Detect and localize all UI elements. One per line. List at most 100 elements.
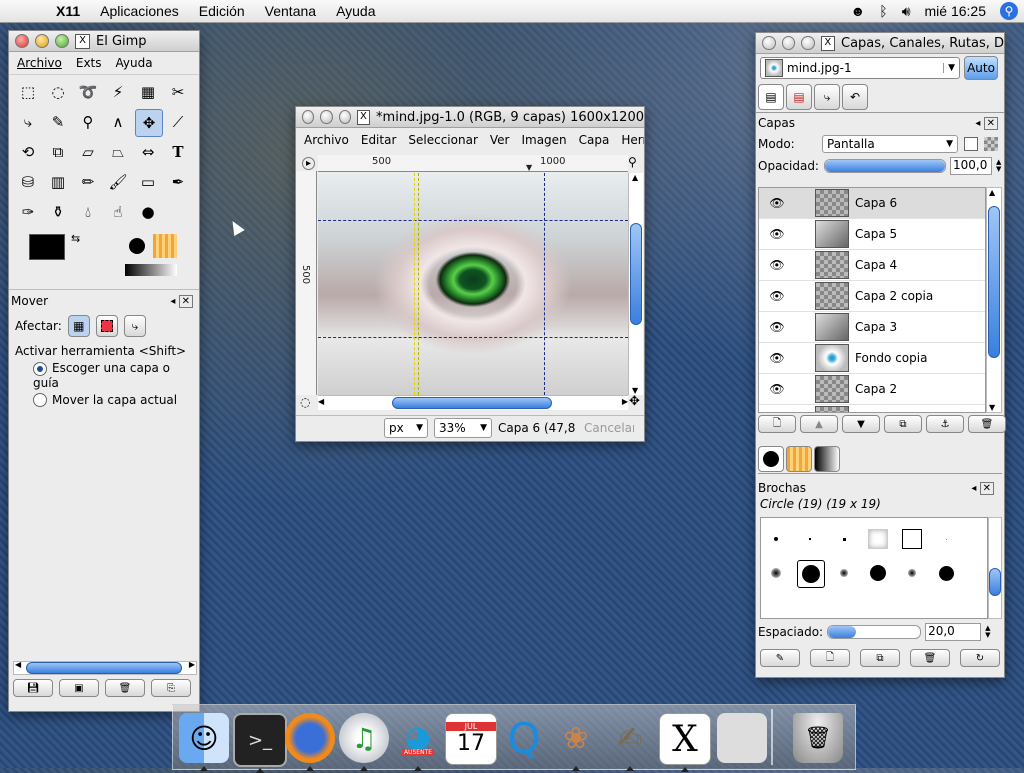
visibility-eye-icon[interactable]: 👁︎ [759,320,795,334]
fg-bg-colors[interactable]: ⇆ [29,232,89,278]
measure-icon[interactable]: ∧ [105,109,131,135]
delete-layer-button[interactable]: 🗑︎ [968,415,1006,433]
panel-close-icon[interactable]: ✕ [979,481,994,495]
rotate-icon[interactable]: ⟲ [15,139,41,165]
blur-icon[interactable]: 💧︎ [75,199,101,225]
layers-titlebar[interactable]: X Capas, Canales, Rutas, D [756,33,1004,54]
layer-row[interactable]: 👁︎ Capa 5 [759,219,985,250]
brush-circle-1[interactable] [797,526,823,552]
menu-archivo[interactable]: Archivo [304,133,349,147]
affect-path-button[interactable]: ⤷ [123,315,146,337]
new-brush-button[interactable]: 🗋︎ [810,649,850,667]
clone-icon[interactable]: ⚱ [45,199,71,225]
quicktime-icon[interactable]: Q [499,713,549,763]
restore-options-button[interactable]: ▣ [59,679,99,697]
scissors-icon[interactable]: ✂ [165,79,191,105]
layer-row[interactable]: 👁︎ Capa 2 copia [759,281,985,312]
layer-name[interactable]: Capa 5 [855,227,897,241]
scroll-thumb[interactable] [26,662,182,674]
radio-move-layer[interactable]: Mover la capa actual [9,393,199,407]
minimize-button[interactable] [35,34,49,48]
tab-paths[interactable]: ⤷ [814,84,840,110]
affect-selection-button[interactable] [95,315,118,337]
layer-name[interactable]: Capa 6 [855,196,897,210]
menu-ayuda[interactable]: Ayuda [336,3,375,19]
brush-circle-15[interactable] [933,560,959,586]
menu-archivo[interactable]: Archivo [17,56,62,70]
image-hscroll[interactable]: ◀ ▶ [318,395,628,410]
refresh-brushes-button[interactable]: ↻ [960,649,1000,667]
brush-fuzzy-9[interactable] [763,560,789,586]
color-select-icon[interactable]: ▦ [135,79,161,105]
zoom-button[interactable] [801,36,815,50]
opacity-spinner[interactable]: ▲ ▼ [996,159,1001,173]
scroll-up-arrow[interactable]: ▲ [632,173,638,182]
image-vscroll[interactable]: ▲ ▼ [628,173,643,395]
layer-row[interactable]: 👁︎ Capa 3 [759,312,985,343]
guide-horizontal-1[interactable] [318,220,628,221]
menu-ventana[interactable]: Ventana [265,3,316,19]
delete-brush-button[interactable]: 🗑︎ [910,649,950,667]
firefox-icon[interactable] [285,713,335,771]
brushes-vscroll[interactable] [988,517,1002,619]
visibility-eye-icon[interactable]: 👁︎ [759,351,795,365]
raise-layer-button[interactable]: ▲ [800,415,838,433]
layer-row[interactable]: 👁︎ Capa 4 [759,250,985,281]
edit-brush-button[interactable]: ✎ [760,649,800,667]
paths-icon[interactable]: ⤷ [15,109,41,135]
spacing-spinner[interactable]: ▲ ▼ [985,625,990,639]
tab-gradients[interactable] [814,446,840,472]
active-brush-icon[interactable] [129,238,145,254]
adium-status-icon[interactable]: ☻ [851,3,866,19]
close-button[interactable] [15,34,29,48]
scroll-left-arrow[interactable]: ◀ [15,660,21,669]
smudge-icon[interactable]: ☝ [105,199,131,225]
ical-icon[interactable]: JUL 17 [445,713,497,765]
gimp-icon[interactable]: ✍ [605,713,655,771]
active-gradient-icon[interactable] [125,264,177,276]
adium-icon[interactable]: ◕ AUSENTE [393,713,443,771]
horizontal-ruler[interactable]: 500 1000 ▼ [318,155,628,172]
panel-menu-icon[interactable]: ◂ [971,483,976,494]
brush-pixel[interactable] [933,526,959,552]
unit-selector[interactable]: px ▼ [384,418,428,438]
tab-brushes[interactable] [758,446,784,472]
brush-fuzzy-5[interactable] [831,560,857,586]
tab-channels[interactable]: ▤ [786,84,812,110]
image-selector[interactable]: mind.jpg-1 ▼ [760,57,960,79]
radio-move-layer-dot[interactable] [33,393,47,407]
vertical-ruler[interactable]: 500 [296,171,317,395]
image-canvas[interactable] [318,173,628,395]
save-options-button[interactable]: 💾︎ [13,679,53,697]
layers-scroll-thumb[interactable] [988,206,1000,358]
visibility-eye-icon[interactable]: 👁︎ [759,382,795,396]
ellipse-select-icon[interactable]: ◌ [45,79,71,105]
active-brush-pattern-gradient[interactable] [125,234,181,278]
close-button[interactable] [762,36,776,50]
menu-capa[interactable]: Capa [579,133,610,147]
layer-name[interactable]: Capa 2 copia [855,289,933,303]
opacity-slider[interactable] [824,159,946,173]
spacing-slider[interactable] [827,625,922,639]
active-pattern-icon[interactable] [153,234,177,258]
toolbox-titlebar[interactable]: X El Gimp [9,31,199,52]
swap-colors-icon[interactable]: ⇆ [71,232,80,245]
brush-circle-19[interactable] [797,560,825,588]
anchor-layer-button[interactable]: ⚓︎ [926,415,964,433]
ink-icon[interactable]: ✑ [15,199,41,225]
menu-ayuda[interactable]: Ayuda [116,56,153,70]
visibility-eye-icon[interactable]: 👁︎ [759,289,795,303]
blend-icon[interactable]: ▥ [45,169,71,195]
layer-name[interactable]: Capa 2 [855,382,897,396]
panel-menu-icon[interactable]: ◂ [975,118,980,129]
new-layer-button[interactable]: 🗋︎ [758,415,796,433]
text-tool-icon[interactable]: T [165,139,191,165]
move-tool-icon[interactable]: ✥ [135,109,163,137]
visibility-eye-icon[interactable]: 👁︎ [759,227,795,241]
reset-options-button[interactable]: ⎘ [151,679,191,697]
auto-button[interactable]: Auto [964,56,998,80]
radio-pick-layer[interactable]: Escoger una capa o guía [9,361,199,390]
hscroll-thumb[interactable] [392,397,552,409]
panel-menu-icon[interactable]: ◂ [170,296,175,307]
guide-vertical-2[interactable] [544,173,545,395]
